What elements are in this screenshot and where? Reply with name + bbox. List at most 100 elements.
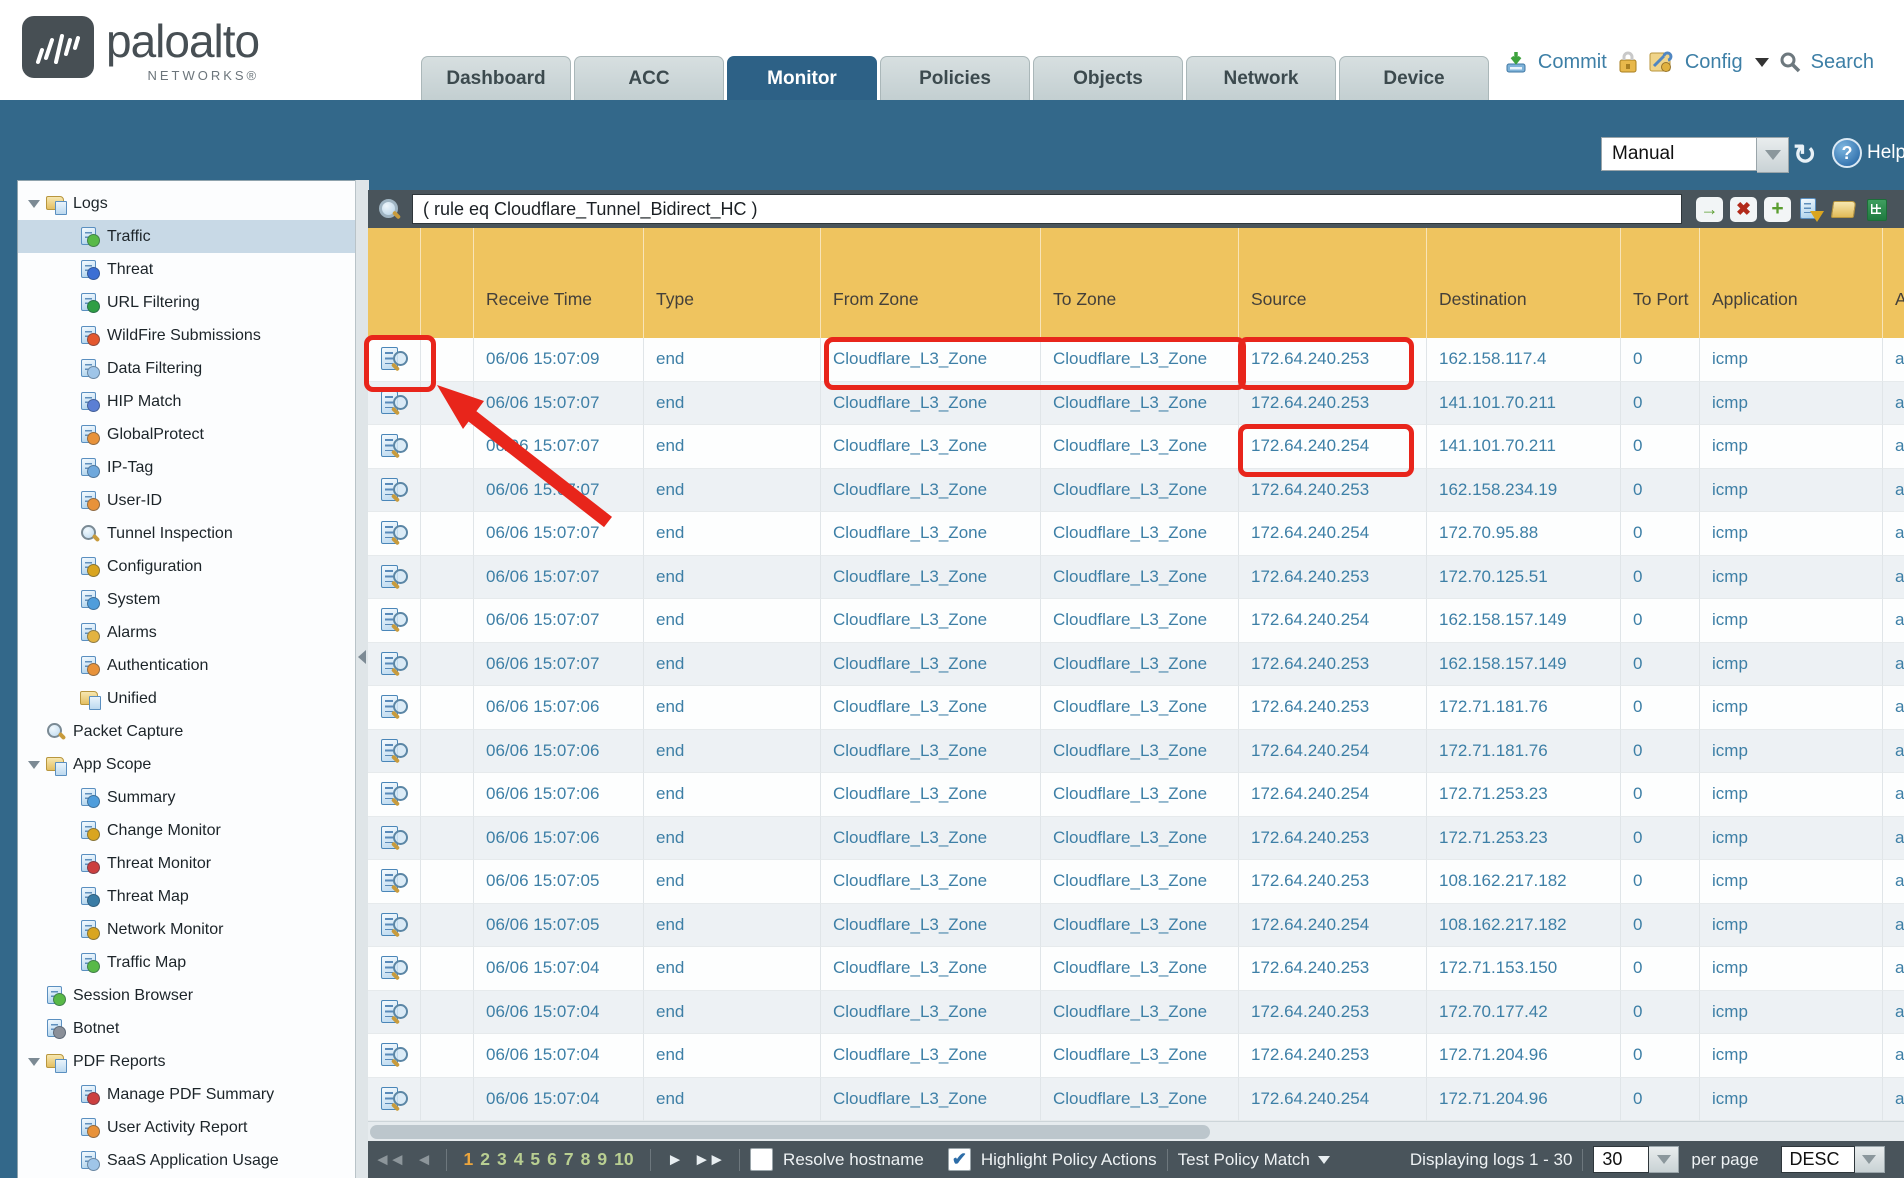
- log-row[interactable]: 06/06 15:07:06endCloudflare_L3_ZoneCloud…: [368, 817, 1904, 861]
- sidebar-item-user-activity-report[interactable]: User Activity Report: [18, 1111, 356, 1144]
- sidebar-item-globalprotect[interactable]: GlobalProtect: [18, 418, 356, 451]
- page-number-4[interactable]: 4: [514, 1149, 524, 1170]
- page-number-9[interactable]: 9: [597, 1149, 607, 1170]
- sidebar-item-threat-monitor[interactable]: Threat Monitor: [18, 847, 356, 880]
- log-detail-icon[interactable]: [379, 1042, 409, 1068]
- sidebar-item-authentication[interactable]: Authentication: [18, 649, 356, 682]
- page-number-6[interactable]: 6: [547, 1149, 557, 1170]
- highlight-policy-checkbox[interactable]: ✔: [948, 1148, 971, 1171]
- page-number-10[interactable]: 10: [614, 1149, 633, 1170]
- log-detail-icon[interactable]: [379, 607, 409, 633]
- log-detail-icon[interactable]: [379, 346, 409, 372]
- sidebar-item-ip-tag[interactable]: IP-Tag: [18, 451, 356, 484]
- log-row[interactable]: 06/06 15:07:04endCloudflare_L3_ZoneCloud…: [368, 1034, 1904, 1078]
- sort-order-dropdown-arrow[interactable]: [1855, 1146, 1885, 1173]
- sidebar-item-unified[interactable]: Unified: [18, 682, 356, 715]
- sort-order-select[interactable]: DESC: [1781, 1146, 1855, 1173]
- refresh-icon[interactable]: ↻: [1793, 138, 1816, 171]
- column-header-destination[interactable]: Destination: [1427, 228, 1621, 338]
- column-header-to-port[interactable]: To Port: [1621, 228, 1700, 338]
- log-row[interactable]: 06/06 15:07:07endCloudflare_L3_ZoneCloud…: [368, 643, 1904, 687]
- log-row[interactable]: 06/06 15:07:04endCloudflare_L3_ZoneCloud…: [368, 991, 1904, 1035]
- tab-dashboard[interactable]: Dashboard: [421, 56, 571, 100]
- refresh-mode-dropdown-arrow[interactable]: [1757, 137, 1789, 173]
- export-icon[interactable]: [1864, 197, 1890, 222]
- sidebar-item-user-id[interactable]: User-ID: [18, 484, 356, 517]
- page-number-3[interactable]: 3: [497, 1149, 507, 1170]
- sidebar-item-change-monitor[interactable]: Change Monitor: [18, 814, 356, 847]
- log-detail-icon[interactable]: [379, 694, 409, 720]
- lock-icon[interactable]: [1617, 50, 1639, 74]
- scrollbar-thumb[interactable]: [370, 1125, 1210, 1139]
- sidebar-item-botnet[interactable]: Botnet: [18, 1012, 356, 1045]
- sidebar-item-network-monitor[interactable]: Network Monitor: [18, 913, 356, 946]
- tab-monitor[interactable]: Monitor: [727, 56, 877, 100]
- first-page-button[interactable]: ◄◄: [374, 1150, 404, 1170]
- sidebar-item-alarms[interactable]: Alarms: [18, 616, 356, 649]
- sidebar-item-summary[interactable]: Summary: [18, 781, 356, 814]
- per-page-select[interactable]: 30: [1593, 1146, 1649, 1173]
- commit-button[interactable]: Commit: [1538, 51, 1607, 74]
- log-row[interactable]: 06/06 15:07:07endCloudflare_L3_ZoneCloud…: [368, 425, 1904, 469]
- log-detail-icon[interactable]: [379, 1086, 409, 1112]
- log-row[interactable]: 06/06 15:07:07endCloudflare_L3_ZoneCloud…: [368, 512, 1904, 556]
- prev-page-button[interactable]: ◄: [416, 1150, 431, 1170]
- column-header-type[interactable]: Type: [644, 228, 821, 338]
- sidebar-item-url-filtering[interactable]: URL Filtering: [18, 286, 356, 319]
- page-number-7[interactable]: 7: [564, 1149, 574, 1170]
- tree-expander-icon[interactable]: [26, 196, 42, 212]
- sidebar-item-threat-map[interactable]: Threat Map: [18, 880, 356, 913]
- next-page-button[interactable]: ►: [667, 1150, 682, 1170]
- column-header-application[interactable]: Application: [1700, 228, 1883, 338]
- log-detail-icon[interactable]: [379, 564, 409, 590]
- sidebar-item-system[interactable]: System: [18, 583, 356, 616]
- sidebar-item-traffic-map[interactable]: Traffic Map: [18, 946, 356, 979]
- sidebar-item-hip-match[interactable]: HIP Match: [18, 385, 356, 418]
- log-detail-icon[interactable]: [379, 651, 409, 677]
- log-row[interactable]: 06/06 15:07:05endCloudflare_L3_ZoneCloud…: [368, 904, 1904, 948]
- log-detail-icon[interactable]: [379, 433, 409, 459]
- log-detail-icon[interactable]: [379, 477, 409, 503]
- add-filter-icon[interactable]: +: [1764, 197, 1791, 222]
- tab-policies[interactable]: Policies: [880, 56, 1030, 100]
- sidebar-item-data-filtering[interactable]: Data Filtering: [18, 352, 356, 385]
- log-row[interactable]: 06/06 15:07:04endCloudflare_L3_ZoneCloud…: [368, 1078, 1904, 1122]
- log-row[interactable]: 06/06 15:07:07endCloudflare_L3_ZoneCloud…: [368, 469, 1904, 513]
- log-detail-icon[interactable]: [379, 912, 409, 938]
- log-row[interactable]: 06/06 15:07:06endCloudflare_L3_ZoneCloud…: [368, 773, 1904, 817]
- log-row[interactable]: 06/06 15:07:04endCloudflare_L3_ZoneCloud…: [368, 947, 1904, 991]
- sidebar-item-configuration[interactable]: Configuration: [18, 550, 356, 583]
- sidebar-item-session-browser[interactable]: Session Browser: [18, 979, 356, 1012]
- config-menu[interactable]: Config: [1685, 51, 1743, 74]
- column-header-receive-time[interactable]: Receive Time: [474, 228, 644, 338]
- log-detail-icon[interactable]: [379, 999, 409, 1025]
- log-detail-icon[interactable]: [379, 781, 409, 807]
- refresh-mode-select[interactable]: Manual: [1601, 137, 1757, 171]
- tree-expander-icon[interactable]: [26, 757, 42, 773]
- column-header-a[interactable]: A: [1883, 228, 1904, 338]
- page-number-2[interactable]: 2: [480, 1149, 490, 1170]
- horizontal-scrollbar[interactable]: [368, 1121, 1904, 1142]
- sidebar-item-saas-application-usage[interactable]: SaaS Application Usage: [18, 1144, 356, 1177]
- tab-device[interactable]: Device: [1339, 56, 1489, 100]
- load-filter-icon[interactable]: [1831, 197, 1857, 222]
- apply-filter-icon[interactable]: →: [1696, 197, 1723, 222]
- help-button[interactable]: ? Help: [1832, 138, 1904, 168]
- log-row[interactable]: 06/06 15:07:07endCloudflare_L3_ZoneCloud…: [368, 382, 1904, 426]
- sidebar-item-tunnel-inspection[interactable]: Tunnel Inspection: [18, 517, 356, 550]
- test-policy-match-button[interactable]: Test Policy Match: [1178, 1150, 1310, 1170]
- search-button[interactable]: Search: [1811, 51, 1874, 74]
- log-row[interactable]: 06/06 15:07:06endCloudflare_L3_ZoneCloud…: [368, 686, 1904, 730]
- log-detail-icon[interactable]: [379, 520, 409, 546]
- per-page-dropdown-arrow[interactable]: [1649, 1146, 1679, 1173]
- sidebar-item-wildfire-submissions[interactable]: WildFire Submissions: [18, 319, 356, 352]
- log-row[interactable]: 06/06 15:07:09endCloudflare_L3_ZoneCloud…: [368, 338, 1904, 382]
- log-row[interactable]: 06/06 15:07:06endCloudflare_L3_ZoneCloud…: [368, 730, 1904, 774]
- sidebar-item-threat[interactable]: Threat: [18, 253, 356, 286]
- tab-objects[interactable]: Objects: [1033, 56, 1183, 100]
- config-caret-icon[interactable]: [1755, 58, 1769, 67]
- log-detail-icon[interactable]: [379, 868, 409, 894]
- page-number-1[interactable]: 1: [463, 1149, 473, 1170]
- sidebar-item-app-scope[interactable]: App Scope: [18, 748, 356, 781]
- page-number-5[interactable]: 5: [530, 1149, 540, 1170]
